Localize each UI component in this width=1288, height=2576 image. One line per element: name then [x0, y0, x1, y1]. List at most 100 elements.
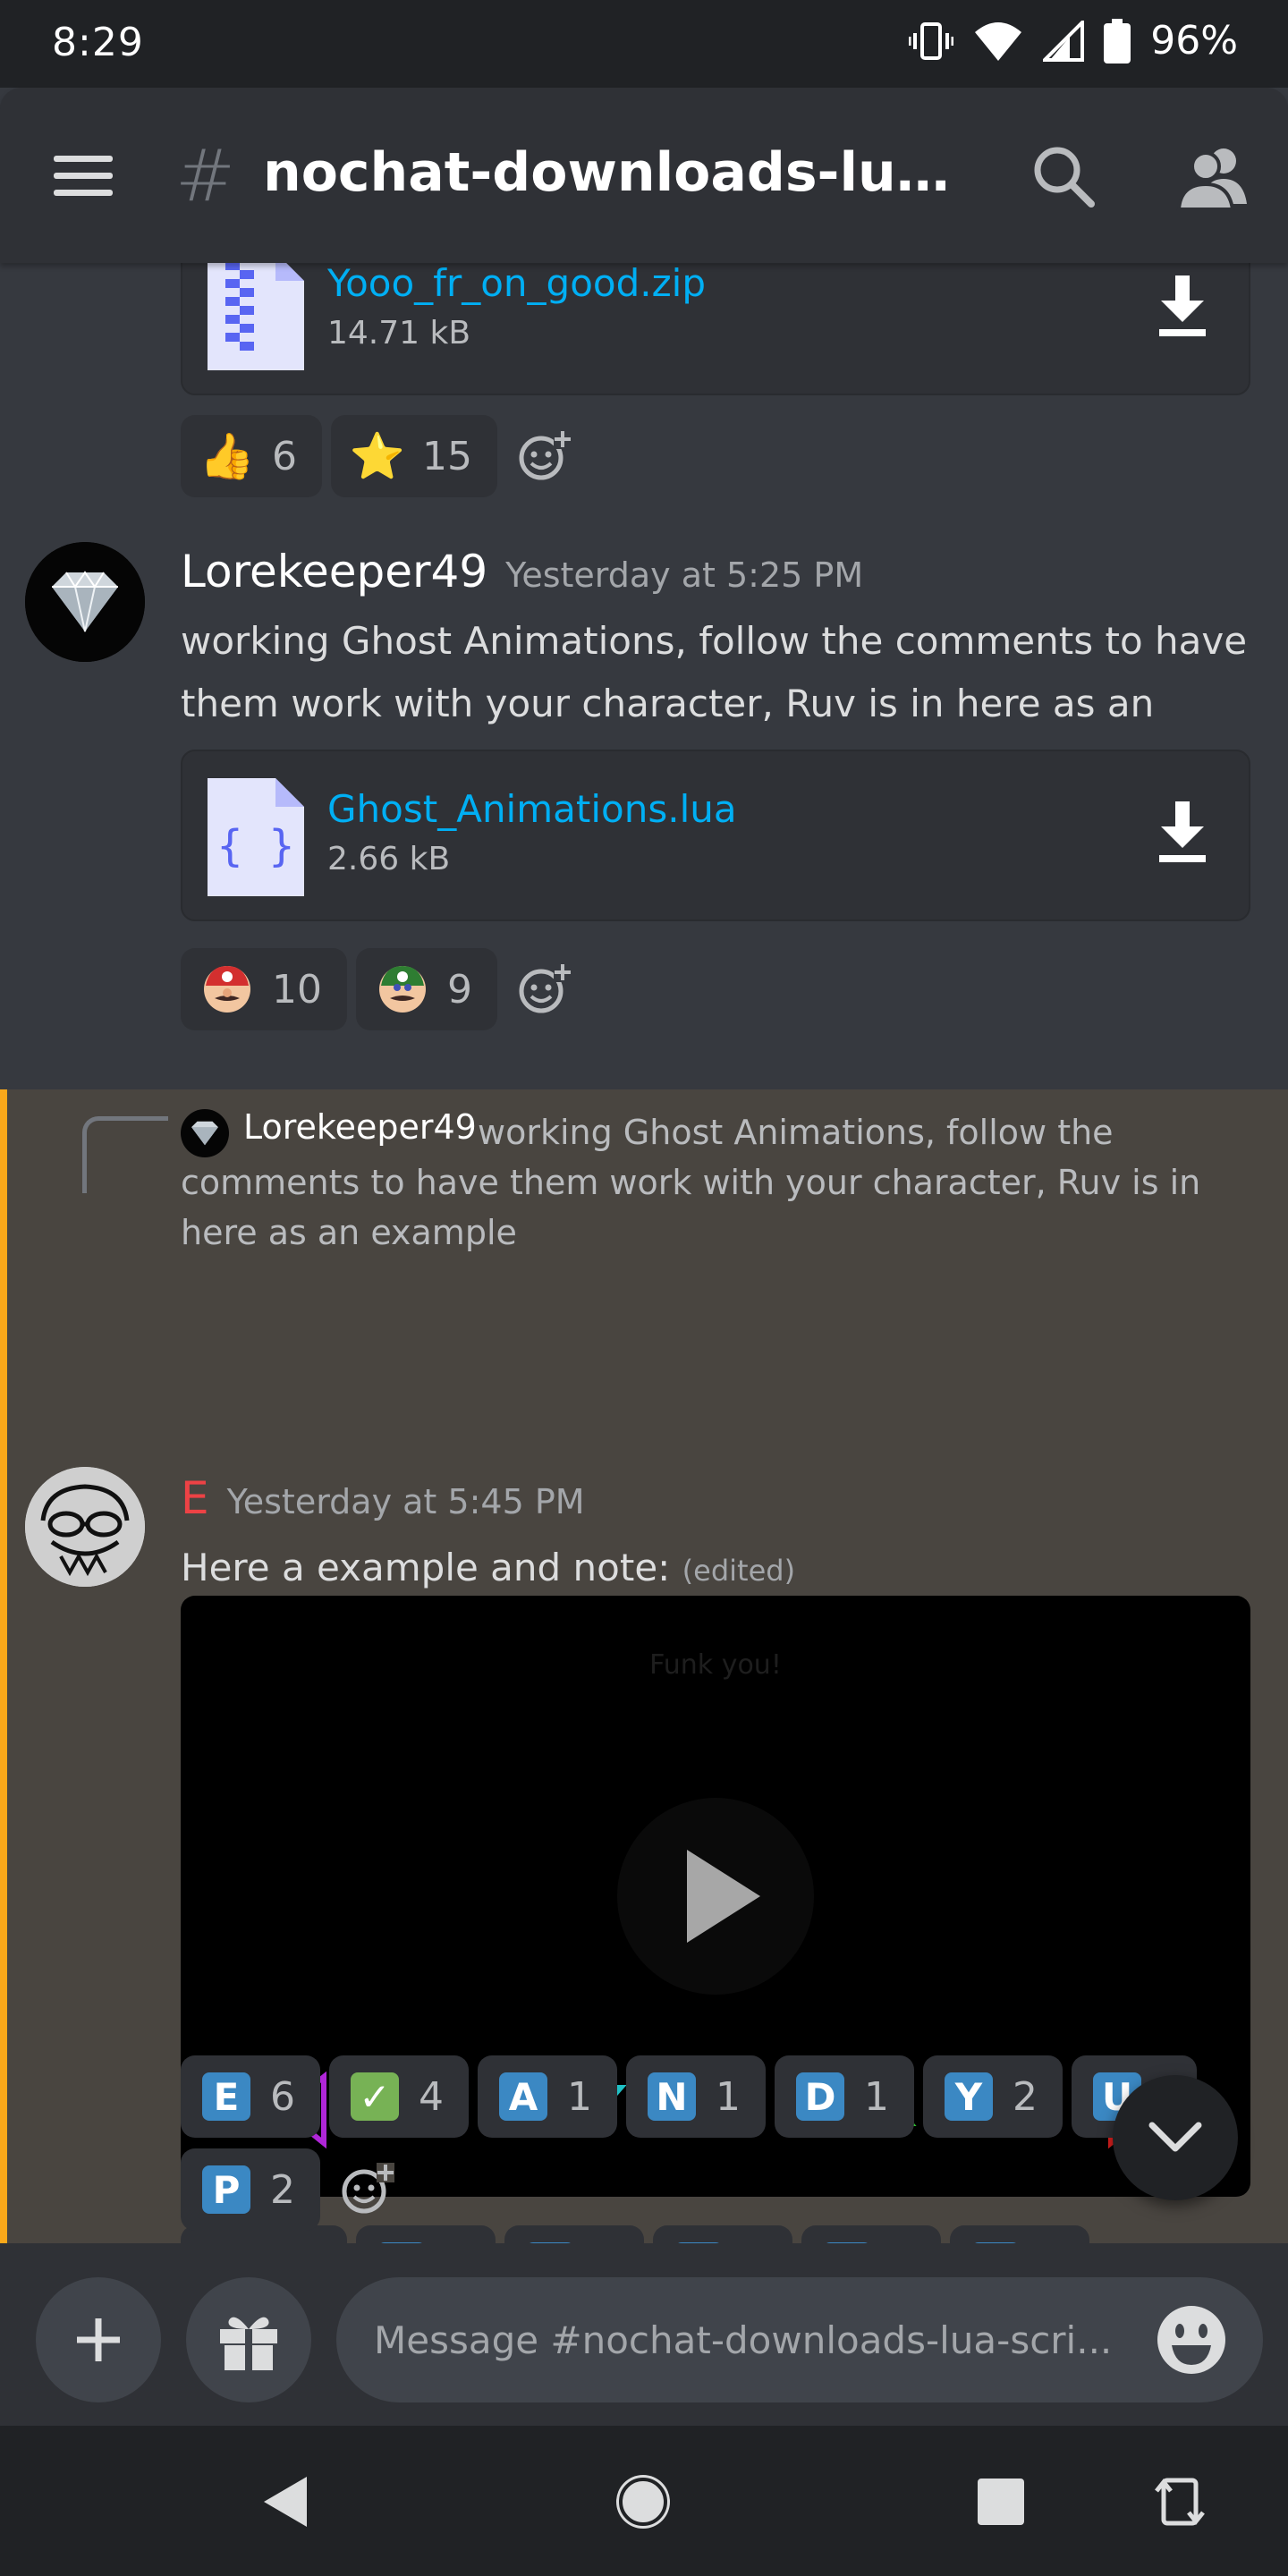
- author-name[interactable]: Lorekeeper49 Yesterday at 5:25 PM: [181, 546, 863, 597]
- play-button[interactable]: [617, 1798, 814, 1995]
- reaction-letter-a[interactable]: A 1: [478, 2055, 617, 2138]
- reaction-count: 6: [272, 433, 297, 479]
- reaction-luigi[interactable]: 9: [356, 948, 497, 1030]
- reaction-check[interactable]: ✓ 4: [329, 2055, 469, 2138]
- code-file-icon: { }: [208, 778, 304, 896]
- channel-header: # nochat-downloads-lua-...: [0, 88, 1288, 263]
- reaction-count: 1: [864, 2073, 889, 2120]
- file-attachment[interactable]: { } Ghost_Animations.lua 2.66 kB: [181, 750, 1250, 921]
- reply-connector: [82, 1116, 168, 1193]
- reaction-count: 4: [419, 2073, 444, 2120]
- message-text: Here a example and note: (edited): [181, 1537, 1272, 1602]
- reaction-star[interactable]: ⭐ 15: [331, 415, 497, 497]
- add-reaction-icon: [519, 429, 572, 480]
- reaction-count: 1: [567, 2073, 592, 2120]
- reply-author[interactable]: Lorekeeper49: [243, 1107, 477, 1147]
- reaction-bar: 10 9: [181, 948, 583, 1030]
- video-caption: Funk you!: [649, 1649, 782, 1681]
- letter-a-icon: A: [499, 2072, 547, 2121]
- status-icons: 96%: [909, 18, 1238, 64]
- reaction-letter-e[interactable]: E 6: [181, 2055, 320, 2138]
- nav-back-button[interactable]: [245, 2462, 326, 2542]
- star-icon: ⭐: [349, 430, 406, 482]
- back-triangle-icon: [264, 2477, 307, 2527]
- reaction-letter-p[interactable]: P 2: [181, 2148, 320, 2231]
- reaction-bar: 👍 6 ⭐ 15: [181, 415, 583, 497]
- letter-n-icon: N: [648, 2072, 696, 2121]
- download-icon[interactable]: [1156, 801, 1209, 864]
- message-timestamp: Yesterday at 5:25 PM: [505, 555, 864, 595]
- members-icon[interactable]: [1172, 141, 1252, 213]
- svg-text:{ }: { }: [217, 821, 295, 871]
- avatar-lorekeeper49[interactable]: [25, 542, 145, 662]
- file-size: 2.66 kB: [327, 841, 451, 877]
- check-mark-icon: ✓: [351, 2072, 399, 2121]
- home-circle-icon: [616, 2475, 670, 2529]
- author-name-text[interactable]: E: [181, 1472, 209, 1524]
- reaction-letter-d[interactable]: D 1: [775, 2055, 914, 2138]
- signal-icon: [1043, 20, 1085, 62]
- search-icon[interactable]: [1029, 141, 1100, 213]
- message-timestamp: Yesterday at 5:45 PM: [226, 1482, 585, 1521]
- reaction-count: 9: [447, 966, 472, 1013]
- reaction-letter-i[interactable]: I 6: [801, 2225, 941, 2243]
- reaction-count: 2: [1013, 2073, 1038, 2120]
- file-name-link[interactable]: Ghost_Animations.lua: [327, 787, 737, 831]
- file-name-link[interactable]: Yooo_fr_on_good.zip: [327, 263, 706, 305]
- status-time: 8:29: [52, 20, 144, 65]
- reaction-mario[interactable]: 10: [181, 948, 347, 1030]
- author-name-text[interactable]: Lorekeeper49: [181, 546, 487, 597]
- system-nav-bar: [0, 2426, 1288, 2576]
- rotate-icon: [1155, 2478, 1205, 2526]
- reaction-letter-b[interactable]: B 6: [653, 2225, 792, 2243]
- reaction-count: 15: [422, 433, 472, 479]
- letter-p-icon: P: [202, 2165, 250, 2214]
- nav-recents-button[interactable]: [961, 2462, 1041, 2542]
- add-reaction-icon: [342, 2163, 394, 2214]
- recents-square-icon: [978, 2479, 1024, 2525]
- gift-icon: [220, 2317, 277, 2370]
- reaction-bar-row-3: P 2: [181, 2148, 406, 2231]
- reaction-letter-y[interactable]: Y 2: [923, 2055, 1063, 2138]
- reply-avatar[interactable]: [181, 1109, 229, 1157]
- wifi-icon: [975, 21, 1022, 61]
- mention-highlight-bar: [0, 1089, 7, 2243]
- nav-rotate-button[interactable]: [1140, 2462, 1220, 2542]
- play-icon: [687, 1850, 760, 1943]
- nav-home-button[interactable]: [603, 2462, 683, 2542]
- reaction-thumbs-up[interactable]: 👍 6: [181, 415, 322, 497]
- chevron-down-icon: [1148, 2122, 1202, 2152]
- gift-button[interactable]: [186, 2277, 311, 2402]
- add-reaction-icon: [519, 962, 572, 1013]
- add-reaction-button[interactable]: [506, 415, 583, 497]
- plus-icon: [77, 2318, 120, 2361]
- reaction-letter-l[interactable]: L 6: [950, 2225, 1089, 2243]
- author-name[interactable]: E Yesterday at 5:45 PM: [181, 1472, 585, 1524]
- channel-title[interactable]: nochat-downloads-lua-...: [263, 141, 970, 204]
- add-reaction-button[interactable]: [506, 948, 583, 1030]
- reaction-count: 10: [272, 966, 322, 1013]
- message-body: Here a example and note:: [181, 1546, 671, 1589]
- jump-to-present-button[interactable]: [1113, 2075, 1238, 2200]
- letter-y-icon: Y: [945, 2072, 993, 2121]
- reaction-count: 6: [270, 2073, 295, 2120]
- message-composer: [0, 2243, 1288, 2426]
- add-reaction-button[interactable]: [329, 2148, 406, 2231]
- zip-file-icon: [208, 263, 304, 370]
- message-input[interactable]: [336, 2277, 1263, 2402]
- battery-percent: 96%: [1150, 18, 1238, 64]
- diamond-avatar-icon: [25, 542, 145, 662]
- file-attachment[interactable]: Yooo_fr_on_good.zip 14.71 kB: [181, 263, 1250, 395]
- menu-icon[interactable]: [54, 156, 113, 197]
- reaction-letter-n[interactable]: N 1: [626, 2055, 766, 2138]
- add-attachment-button[interactable]: [36, 2277, 161, 2402]
- reaction-letter-o[interactable]: O 6: [504, 2225, 644, 2243]
- emoji-picker-icon[interactable]: [1154, 2302, 1229, 2377]
- message-list[interactable]: Yooo_fr_on_good.zip 14.71 kB 👍 6 ⭐ 15 Lo…: [0, 263, 1288, 2243]
- reaction-count: 2: [270, 2166, 295, 2213]
- avatar-e[interactable]: [25, 1467, 145, 1587]
- luigi-emoji-icon: [379, 966, 426, 1013]
- reaction-bar-row-2: E 6 ✓ 4 A 1 N 1 D 1 Y 2 U: [181, 2055, 1197, 2138]
- download-icon[interactable]: [1156, 275, 1209, 338]
- battery-icon: [1104, 18, 1131, 64]
